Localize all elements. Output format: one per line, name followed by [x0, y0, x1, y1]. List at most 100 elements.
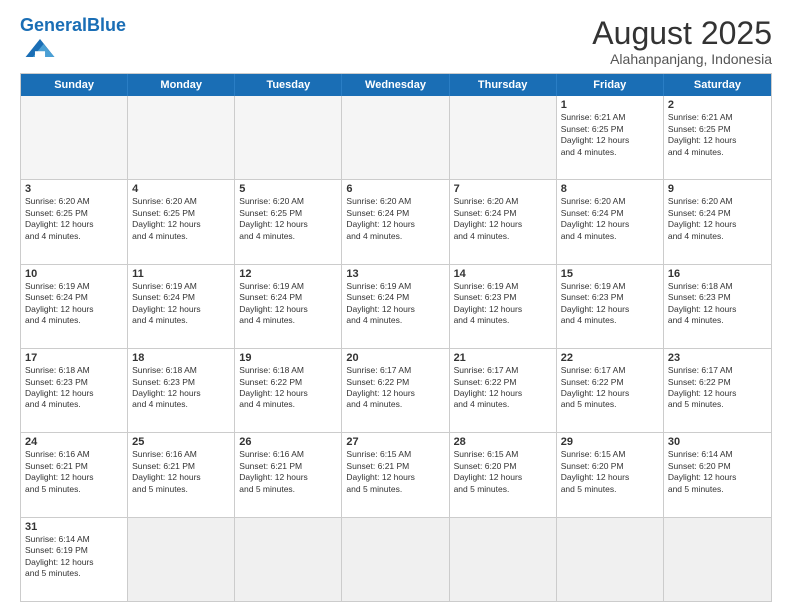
weekday-header-friday: Friday [557, 74, 664, 96]
day-cell-2: 2Sunrise: 6:21 AM Sunset: 6:25 PM Daylig… [664, 96, 771, 179]
weekday-header-thursday: Thursday [450, 74, 557, 96]
day-info: Sunrise: 6:18 AM Sunset: 6:23 PM Dayligh… [132, 365, 230, 411]
weekday-header-saturday: Saturday [664, 74, 771, 96]
calendar-body: 1Sunrise: 6:21 AM Sunset: 6:25 PM Daylig… [21, 96, 771, 601]
day-number: 2 [668, 99, 767, 111]
day-number: 11 [132, 268, 230, 280]
empty-cell [235, 96, 342, 179]
empty-cell [342, 96, 449, 179]
day-cell-8: 8Sunrise: 6:20 AM Sunset: 6:24 PM Daylig… [557, 180, 664, 263]
day-info: Sunrise: 6:15 AM Sunset: 6:20 PM Dayligh… [561, 449, 659, 495]
day-info: Sunrise: 6:18 AM Sunset: 6:22 PM Dayligh… [239, 365, 337, 411]
day-number: 29 [561, 436, 659, 448]
day-cell-24: 24Sunrise: 6:16 AM Sunset: 6:21 PM Dayli… [21, 433, 128, 516]
day-info: Sunrise: 6:16 AM Sunset: 6:21 PM Dayligh… [25, 449, 123, 495]
day-cell-27: 27Sunrise: 6:15 AM Sunset: 6:21 PM Dayli… [342, 433, 449, 516]
day-number: 13 [346, 268, 444, 280]
day-number: 22 [561, 352, 659, 364]
day-info: Sunrise: 6:17 AM Sunset: 6:22 PM Dayligh… [454, 365, 552, 411]
day-info: Sunrise: 6:15 AM Sunset: 6:21 PM Dayligh… [346, 449, 444, 495]
day-number: 27 [346, 436, 444, 448]
day-number: 17 [25, 352, 123, 364]
day-cell-21: 21Sunrise: 6:17 AM Sunset: 6:22 PM Dayli… [450, 349, 557, 432]
calendar-row-2: 3Sunrise: 6:20 AM Sunset: 6:25 PM Daylig… [21, 179, 771, 263]
day-number: 6 [346, 183, 444, 195]
day-info: Sunrise: 6:19 AM Sunset: 6:24 PM Dayligh… [132, 281, 230, 327]
day-number: 1 [561, 99, 659, 111]
header: GeneralBlue August 2025 Alahanpanjang, I… [20, 16, 772, 67]
day-cell-18: 18Sunrise: 6:18 AM Sunset: 6:23 PM Dayli… [128, 349, 235, 432]
day-number: 12 [239, 268, 337, 280]
day-number: 23 [668, 352, 767, 364]
day-number: 16 [668, 268, 767, 280]
day-cell-26: 26Sunrise: 6:16 AM Sunset: 6:21 PM Dayli… [235, 433, 342, 516]
location: Alahanpanjang, Indonesia [592, 51, 772, 67]
day-number: 14 [454, 268, 552, 280]
day-number: 28 [454, 436, 552, 448]
empty-cell [557, 518, 664, 601]
day-info: Sunrise: 6:20 AM Sunset: 6:25 PM Dayligh… [25, 196, 123, 242]
day-number: 18 [132, 352, 230, 364]
calendar: SundayMondayTuesdayWednesdayThursdayFrid… [20, 73, 772, 602]
day-number: 5 [239, 183, 337, 195]
day-number: 15 [561, 268, 659, 280]
day-info: Sunrise: 6:19 AM Sunset: 6:23 PM Dayligh… [454, 281, 552, 327]
calendar-row-3: 10Sunrise: 6:19 AM Sunset: 6:24 PM Dayli… [21, 264, 771, 348]
calendar-header: SundayMondayTuesdayWednesdayThursdayFrid… [21, 74, 771, 96]
logo: GeneralBlue [20, 16, 126, 67]
logo-text: GeneralBlue [20, 16, 126, 34]
day-number: 4 [132, 183, 230, 195]
day-cell-23: 23Sunrise: 6:17 AM Sunset: 6:22 PM Dayli… [664, 349, 771, 432]
weekday-header-monday: Monday [128, 74, 235, 96]
day-info: Sunrise: 6:20 AM Sunset: 6:25 PM Dayligh… [239, 196, 337, 242]
day-cell-22: 22Sunrise: 6:17 AM Sunset: 6:22 PM Dayli… [557, 349, 664, 432]
day-number: 24 [25, 436, 123, 448]
day-info: Sunrise: 6:21 AM Sunset: 6:25 PM Dayligh… [668, 112, 767, 158]
day-cell-30: 30Sunrise: 6:14 AM Sunset: 6:20 PM Dayli… [664, 433, 771, 516]
day-cell-11: 11Sunrise: 6:19 AM Sunset: 6:24 PM Dayli… [128, 265, 235, 348]
empty-cell [235, 518, 342, 601]
empty-cell [128, 96, 235, 179]
empty-cell [21, 96, 128, 179]
day-info: Sunrise: 6:19 AM Sunset: 6:24 PM Dayligh… [25, 281, 123, 327]
day-number: 9 [668, 183, 767, 195]
empty-cell [128, 518, 235, 601]
calendar-row-1: 1Sunrise: 6:21 AM Sunset: 6:25 PM Daylig… [21, 96, 771, 179]
day-info: Sunrise: 6:15 AM Sunset: 6:20 PM Dayligh… [454, 449, 552, 495]
logo-blue: Blue [87, 15, 126, 35]
day-info: Sunrise: 6:21 AM Sunset: 6:25 PM Dayligh… [561, 112, 659, 158]
day-number: 20 [346, 352, 444, 364]
title-block: August 2025 Alahanpanjang, Indonesia [592, 16, 772, 67]
day-number: 25 [132, 436, 230, 448]
day-number: 19 [239, 352, 337, 364]
empty-cell [450, 518, 557, 601]
day-cell-7: 7Sunrise: 6:20 AM Sunset: 6:24 PM Daylig… [450, 180, 557, 263]
day-cell-3: 3Sunrise: 6:20 AM Sunset: 6:25 PM Daylig… [21, 180, 128, 263]
page: GeneralBlue August 2025 Alahanpanjang, I… [0, 0, 792, 612]
day-number: 7 [454, 183, 552, 195]
calendar-row-6: 31Sunrise: 6:14 AM Sunset: 6:19 PM Dayli… [21, 517, 771, 601]
day-cell-4: 4Sunrise: 6:20 AM Sunset: 6:25 PM Daylig… [128, 180, 235, 263]
month-year: August 2025 [592, 16, 772, 51]
day-cell-1: 1Sunrise: 6:21 AM Sunset: 6:25 PM Daylig… [557, 96, 664, 179]
day-info: Sunrise: 6:20 AM Sunset: 6:24 PM Dayligh… [561, 196, 659, 242]
day-info: Sunrise: 6:14 AM Sunset: 6:20 PM Dayligh… [668, 449, 767, 495]
empty-cell [342, 518, 449, 601]
day-number: 26 [239, 436, 337, 448]
day-info: Sunrise: 6:20 AM Sunset: 6:25 PM Dayligh… [132, 196, 230, 242]
day-cell-16: 16Sunrise: 6:18 AM Sunset: 6:23 PM Dayli… [664, 265, 771, 348]
day-cell-19: 19Sunrise: 6:18 AM Sunset: 6:22 PM Dayli… [235, 349, 342, 432]
day-number: 8 [561, 183, 659, 195]
day-cell-17: 17Sunrise: 6:18 AM Sunset: 6:23 PM Dayli… [21, 349, 128, 432]
day-number: 3 [25, 183, 123, 195]
day-cell-14: 14Sunrise: 6:19 AM Sunset: 6:23 PM Dayli… [450, 265, 557, 348]
day-info: Sunrise: 6:19 AM Sunset: 6:24 PM Dayligh… [239, 281, 337, 327]
day-info: Sunrise: 6:17 AM Sunset: 6:22 PM Dayligh… [346, 365, 444, 411]
calendar-row-5: 24Sunrise: 6:16 AM Sunset: 6:21 PM Dayli… [21, 432, 771, 516]
day-info: Sunrise: 6:17 AM Sunset: 6:22 PM Dayligh… [668, 365, 767, 411]
day-cell-25: 25Sunrise: 6:16 AM Sunset: 6:21 PM Dayli… [128, 433, 235, 516]
day-info: Sunrise: 6:20 AM Sunset: 6:24 PM Dayligh… [668, 196, 767, 242]
day-info: Sunrise: 6:20 AM Sunset: 6:24 PM Dayligh… [346, 196, 444, 242]
day-info: Sunrise: 6:19 AM Sunset: 6:24 PM Dayligh… [346, 281, 444, 327]
calendar-row-4: 17 Sunrise: 6:18 AM Sunset: 6:23 PM Dayli… [21, 348, 771, 432]
